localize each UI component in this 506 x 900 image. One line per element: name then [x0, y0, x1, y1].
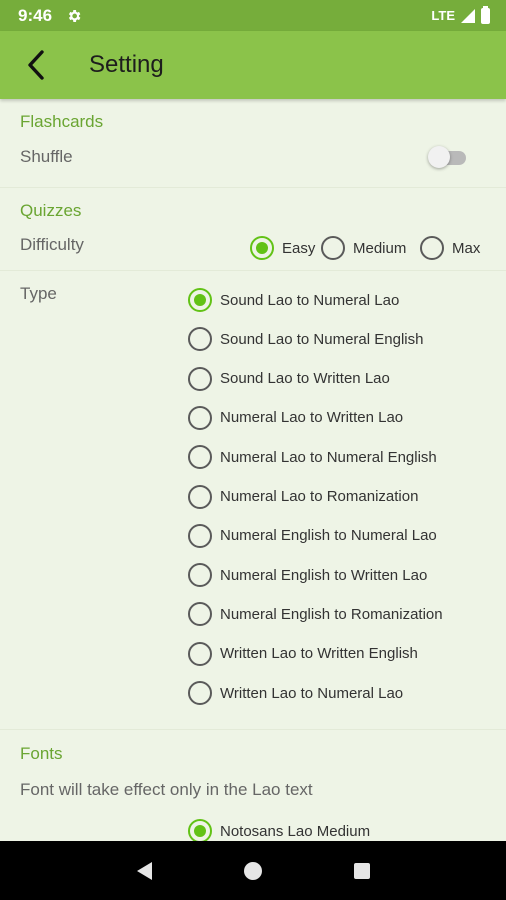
radio-unchecked-icon[interactable]: [420, 236, 444, 260]
difficulty-label: Difficulty: [20, 235, 84, 254]
radio-unchecked-icon[interactable]: [188, 445, 212, 470]
network-type: LTE: [431, 8, 455, 23]
radio-checked-icon[interactable]: [250, 236, 274, 260]
radio-label: Numeral Lao to Numeral English: [220, 448, 437, 466]
square-recents-icon: [353, 862, 370, 879]
radio-label: Numeral English to Romanization: [220, 605, 443, 623]
triangle-back-icon: [137, 861, 153, 880]
circle-home-icon: [243, 861, 262, 880]
radio-unchecked-icon[interactable]: [188, 681, 212, 705]
fonts-heading: Fonts: [20, 744, 63, 763]
type-option[interactable]: Numeral English to Numeral Lao: [188, 523, 437, 548]
nav-recents-button[interactable]: [350, 859, 374, 883]
type-option[interactable]: Written Lao to Numeral Lao: [188, 681, 403, 705]
radio-unchecked-icon[interactable]: [188, 327, 212, 352]
radio-unchecked-icon[interactable]: [188, 366, 212, 391]
divider: [0, 270, 506, 271]
type-option[interactable]: Sound Lao to Written Lao: [188, 366, 390, 391]
flashcards-section: Flashcards Shuffle: [0, 99, 506, 187]
flashcards-heading: Flashcards: [20, 112, 104, 131]
app-bar: Setting: [0, 31, 506, 99]
radio-label: Sound Lao to Written Lao: [220, 370, 390, 388]
radio-label: Numeral Lao to Written Lao: [220, 409, 404, 427]
settings-content: Flashcards Shuffle Quizzes Difficulty Ea…: [0, 99, 506, 841]
shuffle-label: Shuffle: [20, 147, 73, 166]
page-title: Setting: [89, 51, 164, 78]
type-option[interactable]: Numeral English to Written Lao: [188, 563, 428, 588]
font-option[interactable]: Notosans Lao Medium: [188, 819, 370, 841]
signal-icon: [461, 8, 475, 23]
radio-label: Max: [452, 239, 481, 257]
radio-label: Sound Lao to Numeral English: [220, 330, 424, 348]
shuffle-toggle[interactable]: [428, 145, 470, 169]
status-bar: 9:46 LTE: [0, 0, 506, 31]
arrow-back-icon: [28, 50, 44, 80]
gear-icon: [68, 9, 81, 22]
radio-unchecked-icon[interactable]: [188, 563, 212, 588]
radio-label: Easy: [282, 239, 316, 257]
type-option[interactable]: Sound Lao to Numeral English: [188, 327, 424, 352]
nav-home-button[interactable]: [241, 859, 265, 883]
radio-label: Numeral English to Written Lao: [220, 566, 428, 584]
radio-checked-icon[interactable]: [188, 819, 212, 841]
radio-unchecked-icon[interactable]: [321, 236, 345, 260]
radio-checked-icon[interactable]: [188, 288, 212, 312]
type-label: Type: [20, 284, 57, 303]
radio-label: Written Lao to Written English: [220, 645, 418, 663]
type-option[interactable]: Written Lao to Written English: [188, 641, 418, 666]
type-option[interactable]: Numeral Lao to Written Lao: [188, 405, 404, 430]
navigation-bar: [0, 841, 506, 900]
difficulty-option-medium[interactable]: Medium: [321, 236, 406, 260]
battery-icon: [481, 5, 490, 24]
quizzes-heading: Quizzes: [20, 201, 82, 220]
nav-back-button[interactable]: [132, 859, 156, 883]
radio-label: Numeral English to Numeral Lao: [220, 527, 437, 545]
radio-unchecked-icon[interactable]: [188, 641, 212, 666]
type-option[interactable]: Sound Lao to Numeral Lao: [188, 288, 399, 312]
radio-unchecked-icon[interactable]: [188, 523, 212, 548]
status-time: 9:46: [18, 5, 53, 25]
radio-label: Notosans Lao Medium: [220, 822, 371, 840]
radio-label: Medium: [353, 239, 407, 257]
type-option[interactable]: Numeral English to Romanization: [188, 602, 443, 627]
fonts-note: Font will take effect only in the Lao te…: [20, 780, 313, 799]
type-option[interactable]: Numeral Lao to Romanization: [188, 484, 419, 509]
radio-label: Sound Lao to Numeral Lao: [220, 291, 400, 309]
difficulty-option-max[interactable]: Max: [420, 236, 480, 260]
radio-unchecked-icon[interactable]: [188, 484, 212, 509]
type-option[interactable]: Numeral Lao to Numeral English: [188, 445, 437, 470]
radio-unchecked-icon[interactable]: [188, 602, 212, 627]
radio-label: Written Lao to Numeral Lao: [220, 684, 404, 702]
fonts-section: Fonts Font will take effect only in the …: [0, 730, 506, 841]
radio-label: Numeral Lao to Romanization: [220, 488, 419, 505]
back-button[interactable]: [14, 43, 58, 87]
difficulty-option-easy[interactable]: Easy: [250, 236, 315, 260]
quizzes-section: Quizzes Difficulty Easy Medium Max Type So…: [0, 188, 506, 728]
radio-unchecked-icon[interactable]: [188, 405, 212, 430]
